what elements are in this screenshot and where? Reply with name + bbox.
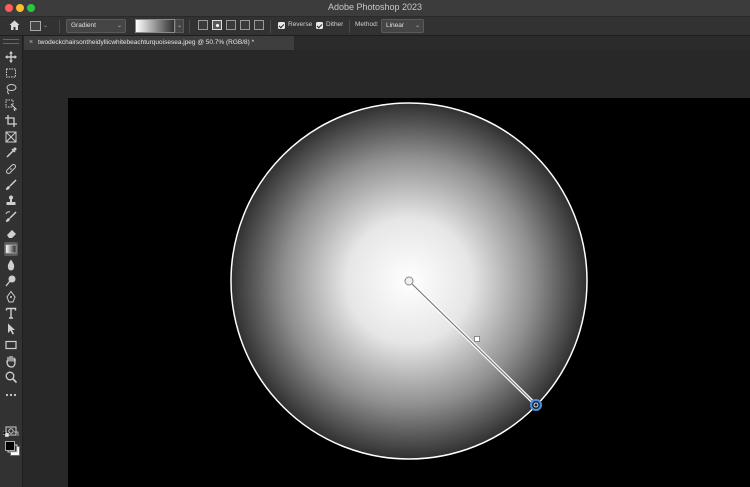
- bandage-icon: [6, 164, 16, 174]
- eraser-icon: [7, 230, 16, 238]
- app-title: Adobe Photoshop 2023: [327, 2, 423, 12]
- gradient-tool[interactable]: [4, 242, 18, 256]
- reverse-label: Reverse: [288, 21, 313, 28]
- reverse-checkbox[interactable]: [278, 22, 285, 29]
- rectangle-marquee-icon: [6, 68, 16, 78]
- gradient-picker-dropdown[interactable]: ⌄: [175, 19, 184, 33]
- close-tab-icon[interactable]: ×: [29, 36, 33, 50]
- gradient-icon: [5, 244, 17, 254]
- panel-grip[interactable]: [3, 39, 19, 44]
- brush-icon: [6, 179, 17, 190]
- more-tools-button[interactable]: [4, 388, 18, 402]
- divider: [270, 20, 271, 33]
- title-bar: Adobe Photoshop 2023: [0, 0, 750, 17]
- zoom-tool[interactable]: [4, 370, 18, 384]
- eyedropper-tool[interactable]: [4, 146, 18, 160]
- home-icon: [9, 20, 20, 30]
- pen-tool[interactable]: [4, 290, 18, 304]
- method-value: Linear: [386, 22, 405, 29]
- linear-gradient-button[interactable]: [198, 20, 208, 30]
- type-icon: [5, 307, 17, 319]
- divider: [189, 20, 190, 33]
- hand-tool[interactable]: [4, 354, 18, 368]
- document-tab-bar: × twodeckchairsontheidyllicwhitebeachtur…: [24, 36, 750, 50]
- chevron-down-icon: ⌄: [414, 23, 420, 29]
- object-selection-tool[interactable]: [4, 98, 18, 112]
- quick-mask-button[interactable]: [4, 424, 18, 438]
- options-bar: ⌄ Gradient ⌄ ⌄ Reverse Dither Method: Li…: [0, 17, 750, 36]
- eraser-tool[interactable]: [4, 226, 18, 240]
- blur-tool[interactable]: [4, 258, 18, 272]
- home-button[interactable]: [8, 19, 21, 32]
- lasso-tool[interactable]: [4, 82, 18, 96]
- foreground-color-swatch[interactable]: [5, 441, 15, 451]
- dither-checkbox[interactable]: [316, 22, 323, 29]
- chevron-down-icon: ⌄: [43, 23, 49, 29]
- path-selection-tool[interactable]: [4, 322, 18, 336]
- object-select-icon: [5, 99, 18, 112]
- type-tool[interactable]: [4, 306, 18, 320]
- droplet-icon: [7, 259, 15, 271]
- document-tab-title: twodeckchairsontheidyllicwhitebeachturqu…: [38, 39, 255, 46]
- gradient-mode-value: Gradient: [71, 22, 96, 29]
- rectangle-tool[interactable]: [4, 338, 18, 352]
- hand-icon: [6, 355, 16, 368]
- eyedropper-icon: [6, 147, 17, 158]
- method-label: Method:: [355, 21, 379, 28]
- rectangle-icon: [5, 340, 17, 350]
- radial-gradient-fill: [230, 102, 588, 460]
- frame-icon: [5, 131, 17, 143]
- gradient-preview[interactable]: [135, 19, 175, 33]
- arrow-pointer-icon: [8, 323, 15, 335]
- frame-tool[interactable]: [4, 130, 18, 144]
- radial-gradient-button[interactable]: [212, 20, 222, 30]
- document-tab[interactable]: × twodeckchairsontheidyllicwhitebeachtur…: [24, 36, 294, 50]
- quick-mask-icon: [5, 426, 17, 436]
- chevron-down-icon: ⌄: [116, 23, 122, 29]
- divider: [59, 20, 60, 33]
- angle-gradient-button[interactable]: [226, 20, 236, 30]
- gradient-end-handle[interactable]: [530, 399, 542, 411]
- divider: [349, 20, 350, 33]
- ellipsis-icon: [5, 393, 17, 397]
- magnifier-icon: [5, 371, 18, 384]
- method-select[interactable]: Linear ⌄: [381, 19, 424, 33]
- move-icon: [5, 51, 17, 63]
- pen-icon: [6, 290, 16, 303]
- dither-label: Dither: [326, 21, 344, 28]
- move-tool[interactable]: [4, 50, 18, 64]
- marquee-tool[interactable]: [4, 66, 18, 80]
- document-canvas[interactable]: [68, 98, 750, 487]
- history-brush-tool[interactable]: [4, 210, 18, 224]
- crop-tool[interactable]: [4, 114, 18, 128]
- reflected-gradient-button[interactable]: [240, 20, 250, 30]
- clone-stamp-tool[interactable]: [4, 194, 18, 208]
- tools-panel: [0, 36, 23, 487]
- crop-icon: [5, 115, 17, 127]
- lasso-icon: [6, 84, 17, 95]
- tool-preset-icon: [30, 20, 41, 31]
- gradient-start-handle[interactable]: [404, 276, 414, 286]
- tool-preset-picker[interactable]: ⌄: [30, 19, 54, 32]
- healing-brush-tool[interactable]: [4, 162, 18, 176]
- diamond-gradient-button[interactable]: [254, 20, 264, 30]
- history-brush-icon: [5, 211, 17, 222]
- gradient-mode-select[interactable]: Gradient ⌄: [66, 19, 126, 33]
- dodge-tool[interactable]: [4, 274, 18, 288]
- stamp-icon: [6, 195, 16, 205]
- dodge-icon: [5, 275, 16, 287]
- gradient-midpoint-handle[interactable]: [474, 336, 480, 342]
- chevron-down-icon: ⌄: [176, 23, 183, 29]
- brush-tool[interactable]: [4, 178, 18, 192]
